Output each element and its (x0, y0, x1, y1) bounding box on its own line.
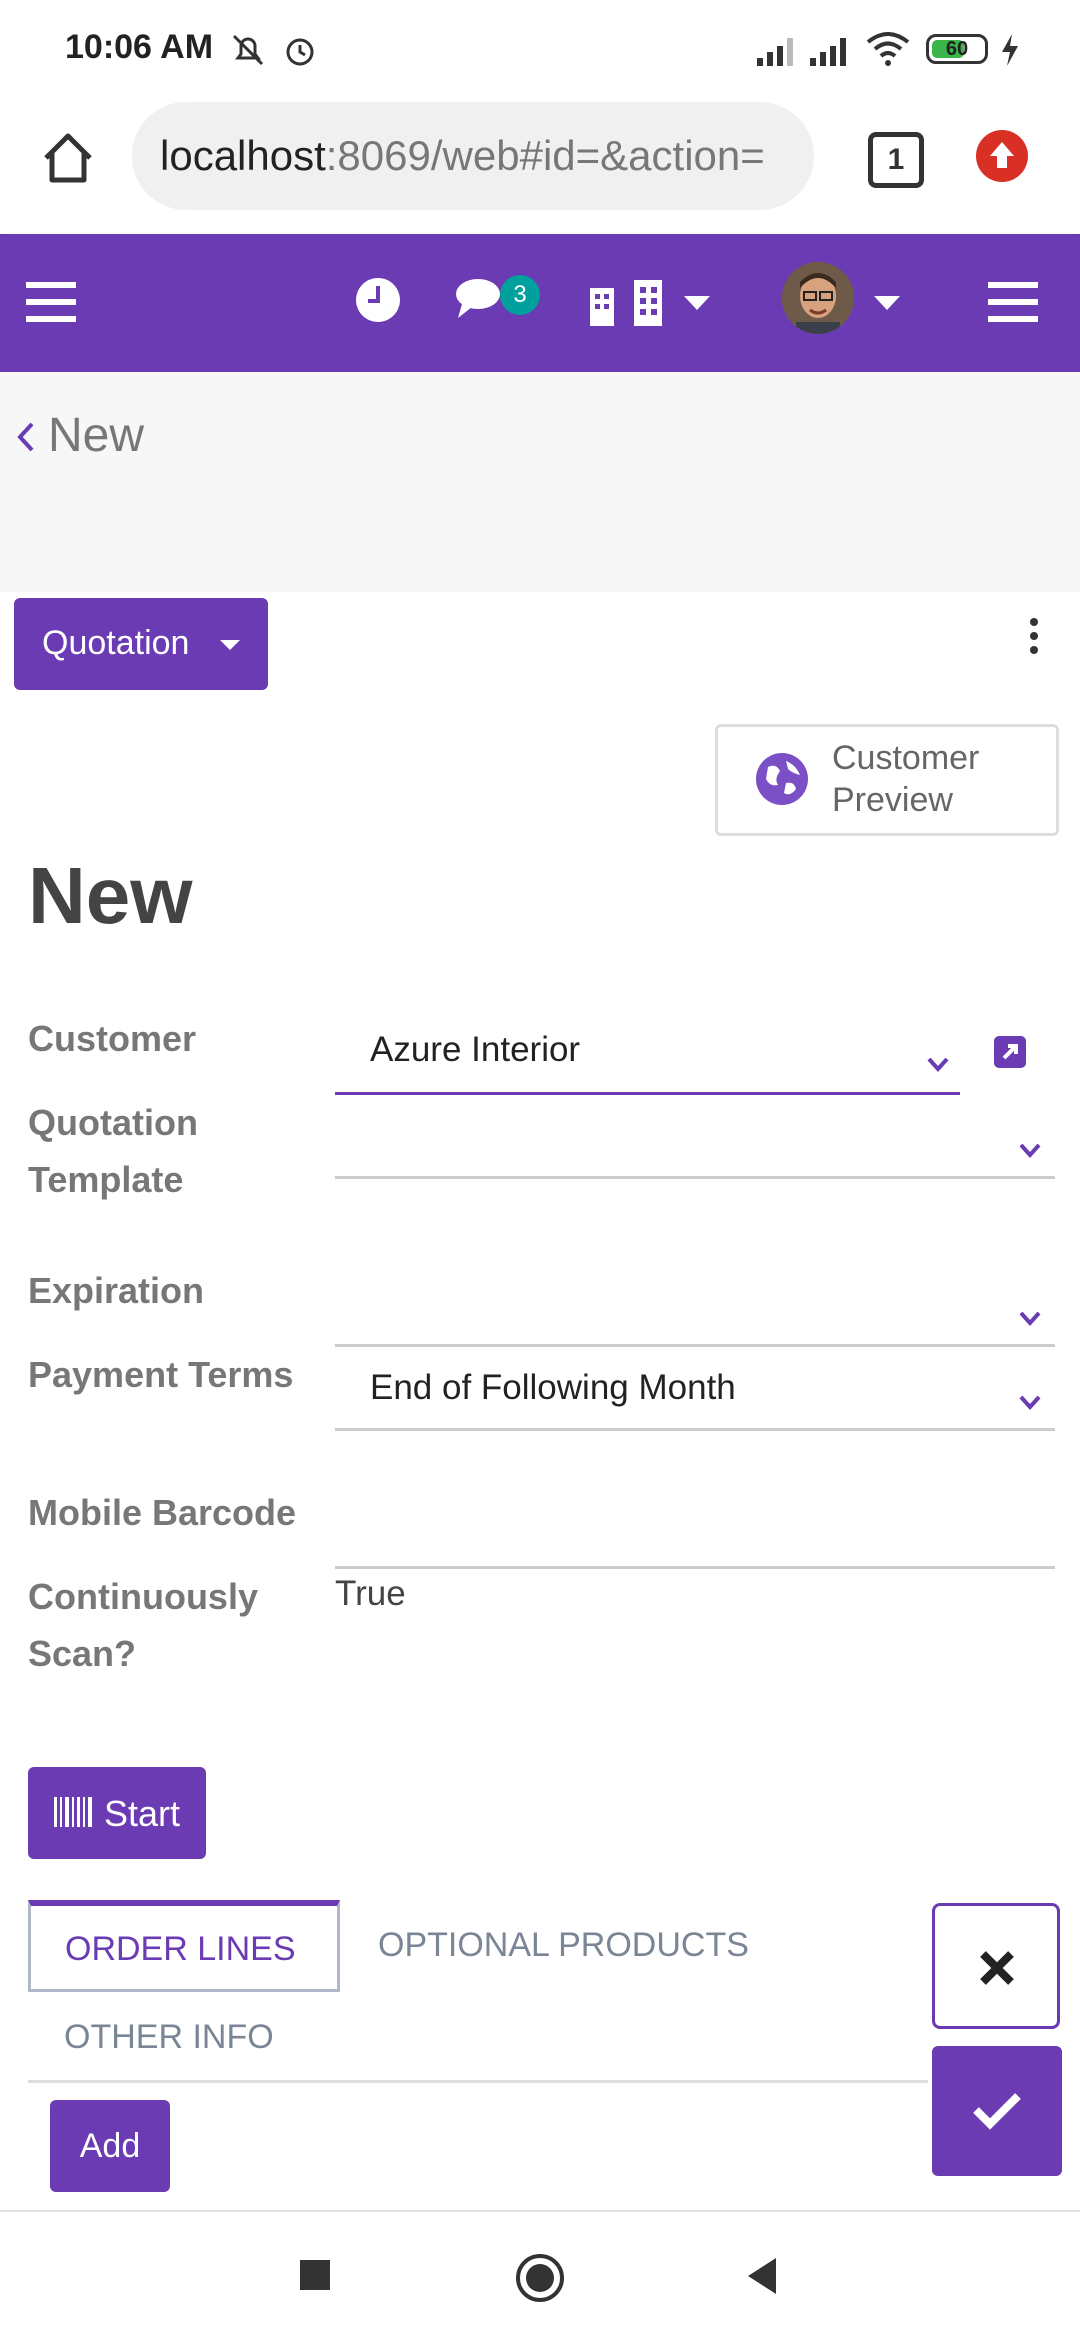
tab-other-info[interactable]: OTHER INFO (64, 2018, 274, 2057)
wifi-icon (866, 32, 910, 66)
url-host: localhost (160, 132, 326, 179)
update-button[interactable] (976, 130, 1028, 182)
control-panel (0, 372, 1080, 592)
tab-optional-products[interactable]: OPTIONAL PRODUCTS (378, 1926, 749, 1965)
arrow-up-icon (990, 142, 1014, 168)
page-title: New (28, 851, 193, 940)
customer-preview-button[interactable]: Customer Preview (715, 724, 1059, 836)
url-text: localhost:8069/web#id=&action= (160, 132, 765, 180)
recent-apps-icon[interactable] (298, 2258, 332, 2292)
payment-terms-underline (335, 1428, 1055, 1431)
chevron-down-icon[interactable] (1016, 1304, 1044, 1332)
chevron-down-icon[interactable] (924, 1050, 952, 1078)
tab-switcher-button[interactable]: 1 (868, 132, 924, 188)
system-navigation-bar (0, 2210, 1080, 2342)
tab-order-lines-label: ORDER LINES (65, 1930, 296, 1968)
chevron-left-icon[interactable] (14, 420, 36, 454)
menu-icon[interactable] (988, 280, 1038, 324)
menu-icon[interactable] (26, 280, 76, 324)
customer-preview-line2: Preview (832, 781, 953, 819)
chevron-down-icon[interactable] (1016, 1136, 1044, 1164)
external-link-icon[interactable] (992, 1034, 1028, 1070)
messages-badge: 3 (500, 275, 540, 315)
mobile-barcode-label: Mobile Barcode (28, 1492, 297, 1533)
barcode-icon (54, 1797, 92, 1827)
breadcrumb[interactable]: New (48, 408, 144, 463)
home-icon[interactable] (40, 130, 96, 186)
more-options-icon[interactable] (1030, 618, 1038, 660)
avatar[interactable] (782, 262, 854, 334)
building-icon[interactable] (588, 278, 668, 328)
start-scan-button[interactable]: Start (28, 1767, 206, 1859)
charging-icon (1002, 34, 1018, 66)
clock-icon[interactable] (352, 274, 404, 326)
battery-level: 60 (945, 38, 969, 60)
expiration-label: Expiration (28, 1270, 205, 1311)
app-navbar (0, 234, 1080, 372)
mute-icon (232, 34, 264, 66)
check-icon (973, 2093, 1021, 2130)
start-label: Start (104, 1793, 181, 1834)
battery-icon: 60 (926, 34, 988, 64)
mobile-barcode-field[interactable] (335, 1500, 1055, 1566)
expiration-underline (335, 1344, 1055, 1347)
discard-button[interactable] (932, 1903, 1060, 2029)
continuous-scan-label-line2: Scan? (28, 1633, 137, 1674)
mobile-barcode-underline (335, 1566, 1055, 1569)
back-icon[interactable] (744, 2256, 780, 2296)
chevron-down-icon[interactable] (682, 292, 712, 312)
customer-label: Customer (28, 1018, 197, 1059)
status-label: Quotation (42, 624, 190, 662)
quotation-template-label-line2: Template (28, 1159, 184, 1200)
payment-terms-field[interactable]: End of Following Month (370, 1368, 736, 1408)
close-icon (980, 1951, 1014, 1985)
status-dropdown-button[interactable]: Quotation (14, 598, 268, 690)
continuous-scan-label-line1: Continuously (28, 1576, 258, 1617)
customer-underline (335, 1092, 960, 1095)
status-time: 10:06 AM (65, 28, 214, 66)
globe-icon (756, 753, 808, 805)
quotation-template-field[interactable] (335, 1110, 1055, 1176)
url-bar[interactable]: localhost:8069/web#id=&action= (132, 102, 814, 210)
home-button-icon[interactable] (514, 2252, 566, 2304)
signal-icon (810, 38, 846, 66)
customer-preview-label: Customer Preview (832, 737, 979, 821)
save-button[interactable] (932, 2046, 1062, 2176)
url-path: :8069/web#id=&action= (325, 132, 765, 179)
signal-icon (757, 38, 793, 66)
tab-order-lines[interactable]: ORDER LINES (28, 1900, 340, 1992)
status-bar: 10:06 AM 60 (0, 0, 1080, 100)
continuous-scan-label: Continuously Scan? (28, 1568, 258, 1682)
tabs-divider (28, 2080, 928, 2083)
add-line-button[interactable]: Add (50, 2100, 170, 2192)
avatar-image (782, 262, 854, 334)
quotation-template-label-line1: Quotation (28, 1102, 198, 1143)
customer-preview-line1: Customer (832, 739, 980, 777)
payment-terms-label: Payment Terms (28, 1354, 294, 1395)
chevron-down-icon[interactable] (872, 292, 902, 312)
quotation-template-underline (335, 1176, 1055, 1179)
caret-down-icon (220, 640, 240, 650)
continuous-scan-value: True (335, 1574, 406, 1613)
expiration-field[interactable] (335, 1280, 1055, 1344)
customer-field[interactable]: Azure Interior (370, 1030, 580, 1070)
chevron-down-icon[interactable] (1016, 1388, 1044, 1416)
quotation-template-label: Quotation Template (28, 1094, 198, 1208)
alarm-icon (286, 38, 314, 66)
